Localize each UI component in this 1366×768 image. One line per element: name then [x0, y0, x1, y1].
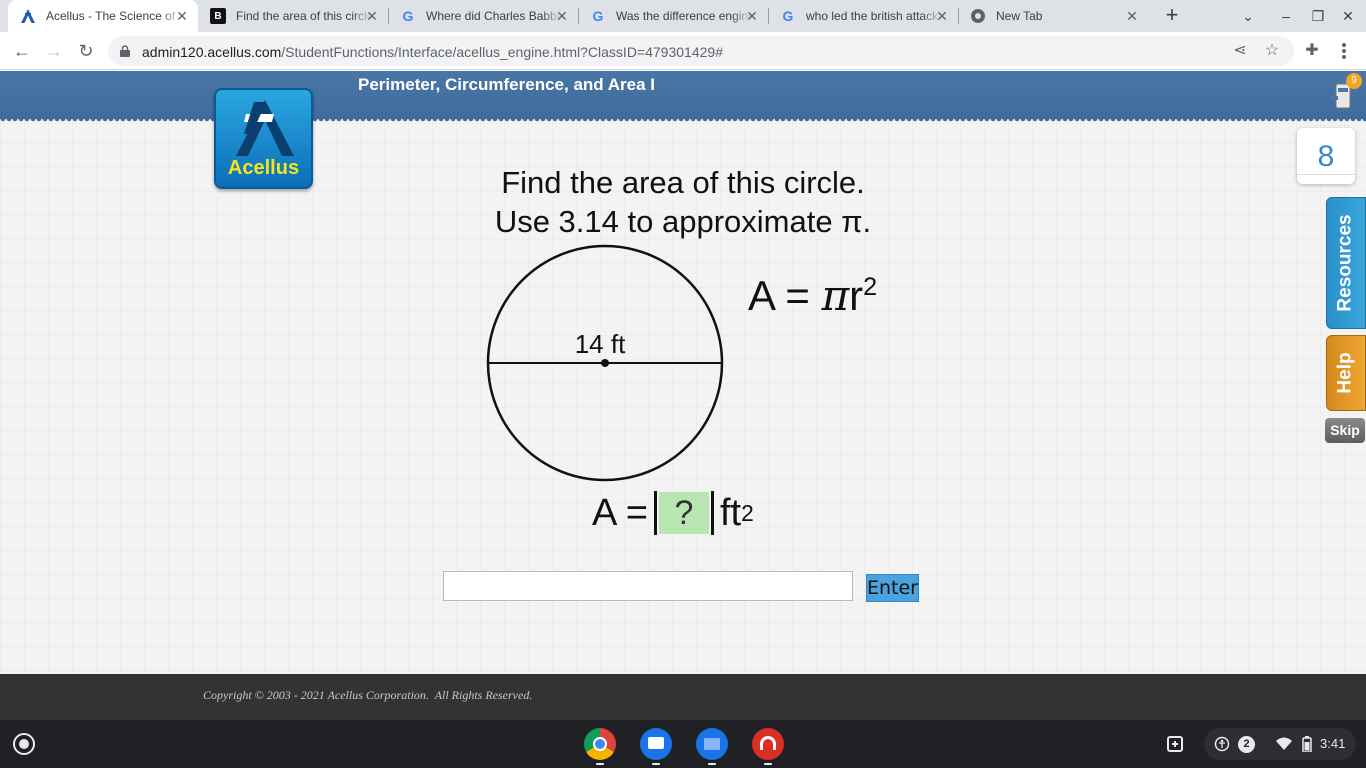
share-icon[interactable]: ⋖	[1230, 41, 1250, 61]
reload-icon[interactable]: ↻	[74, 39, 98, 63]
question-text: Find the area of this circle. Use 3.14 t…	[494, 165, 872, 239]
center-point	[601, 359, 609, 367]
extensions-puzzle-icon[interactable]: ✚	[1300, 39, 1324, 63]
wifi-icon	[1276, 737, 1292, 750]
chromeos-shelf: 3:41 2	[0, 720, 1366, 768]
google-icon: G	[782, 8, 794, 24]
resources-tab[interactable]: Resources	[1326, 197, 1366, 329]
url-text: admin120.acellus.com/StudentFunctions/In…	[142, 44, 723, 60]
acellus-logo: Acellus	[214, 88, 313, 189]
battery-icon	[1302, 736, 1312, 752]
close-tab-icon[interactable]: ✕	[554, 8, 570, 24]
lesson-banner: Perimeter, Circumference, and Area I	[0, 71, 1366, 122]
close-tab-icon[interactable]: ✕	[364, 8, 380, 24]
lock-icon	[120, 45, 130, 57]
close-tab-icon[interactable]: ✕	[744, 8, 760, 24]
tote-icon[interactable]	[1166, 733, 1186, 753]
running-indicator	[764, 763, 772, 765]
close-window-icon[interactable]: ✕	[1338, 6, 1358, 26]
acellus-lesson-page: Perimeter, Circumference, and Area I Ace…	[0, 71, 1366, 674]
page-footer: Copyright © 2003 - 2021 Acellus Corporat…	[0, 674, 1366, 720]
acellus-icon	[20, 8, 36, 24]
chrome-icon[interactable]	[584, 728, 616, 760]
running-indicator	[652, 763, 660, 765]
answer-blank: ?	[654, 491, 714, 535]
browser-toolbar: ← → ↻ admin120.acellus.com/StudentFuncti…	[0, 32, 1366, 70]
new-tab-icon[interactable]: +	[1160, 4, 1184, 28]
tab-search-icon[interactable]: ⌄	[1238, 6, 1258, 26]
music-icon[interactable]	[752, 728, 784, 760]
copyright-text: Copyright © 2003 - 2021 Acellus Corporat…	[203, 688, 533, 702]
enter-button[interactable]: Enter	[866, 574, 919, 602]
chrome-icon	[970, 8, 986, 24]
clock-time: 3:41	[1320, 736, 1346, 751]
forward-arrow-icon[interactable]: →	[42, 39, 66, 63]
answer-input[interactable]	[443, 571, 853, 601]
acellus-a-icon	[236, 100, 294, 156]
tab-acellus[interactable]: Acellus - The Science of Learning ✕	[8, 0, 198, 32]
more-menu-icon[interactable]	[1332, 39, 1356, 63]
running-indicator	[708, 763, 716, 765]
help-tab[interactable]: Help	[1326, 335, 1366, 411]
back-arrow-icon[interactable]: ←	[10, 39, 34, 63]
address-bar[interactable]: admin120.acellus.com/StudentFunctions/In…	[108, 36, 1294, 66]
problem-counter: 8	[1297, 128, 1355, 184]
diameter-label: 14 ft	[575, 329, 626, 359]
lesson-title: Perimeter, Circumference, and Area I	[358, 75, 656, 94]
bookmark-star-icon[interactable]: ☆	[1262, 41, 1282, 61]
answer-equation: A = ? ft 2	[592, 491, 754, 535]
restore-icon[interactable]: ❐	[1308, 6, 1328, 26]
messages-icon[interactable]	[640, 728, 672, 760]
tab-new-tab[interactable]: New Tab ✕	[958, 0, 1148, 32]
tab-brainly[interactable]: B Find the area of this circle ✕	[198, 0, 388, 32]
close-tab-icon[interactable]: ✕	[934, 8, 950, 24]
notification-count-badge: 2	[1238, 736, 1255, 753]
tab-google-british-attack[interactable]: G who led the british attack ✕	[768, 0, 958, 32]
files-icon[interactable]	[696, 728, 728, 760]
tab-google-babbage[interactable]: G Where did Charles Babbage ✕	[388, 0, 578, 32]
google-icon: G	[402, 8, 414, 24]
running-indicator	[596, 763, 604, 765]
status-tray[interactable]: 3:41	[1204, 728, 1356, 760]
area-formula: A = πr2	[748, 271, 878, 320]
skip-button[interactable]: Skip	[1325, 418, 1365, 443]
minimize-icon[interactable]: –	[1276, 6, 1296, 26]
brainly-icon: B	[210, 8, 226, 24]
notification-badge: 9	[1346, 73, 1362, 89]
google-icon: G	[592, 8, 604, 24]
tab-strip: Acellus - The Science of Learning ✕ B Fi…	[0, 0, 1366, 32]
launcher-icon[interactable]	[12, 732, 36, 756]
accessibility-icon	[1214, 736, 1230, 752]
tab-google-difference-engine[interactable]: G Was the difference engine ✕	[578, 0, 768, 32]
close-tab-icon[interactable]: ✕	[1124, 8, 1140, 24]
circle-diagram: 14 ft	[486, 244, 724, 482]
close-tab-icon[interactable]: ✕	[174, 8, 190, 24]
